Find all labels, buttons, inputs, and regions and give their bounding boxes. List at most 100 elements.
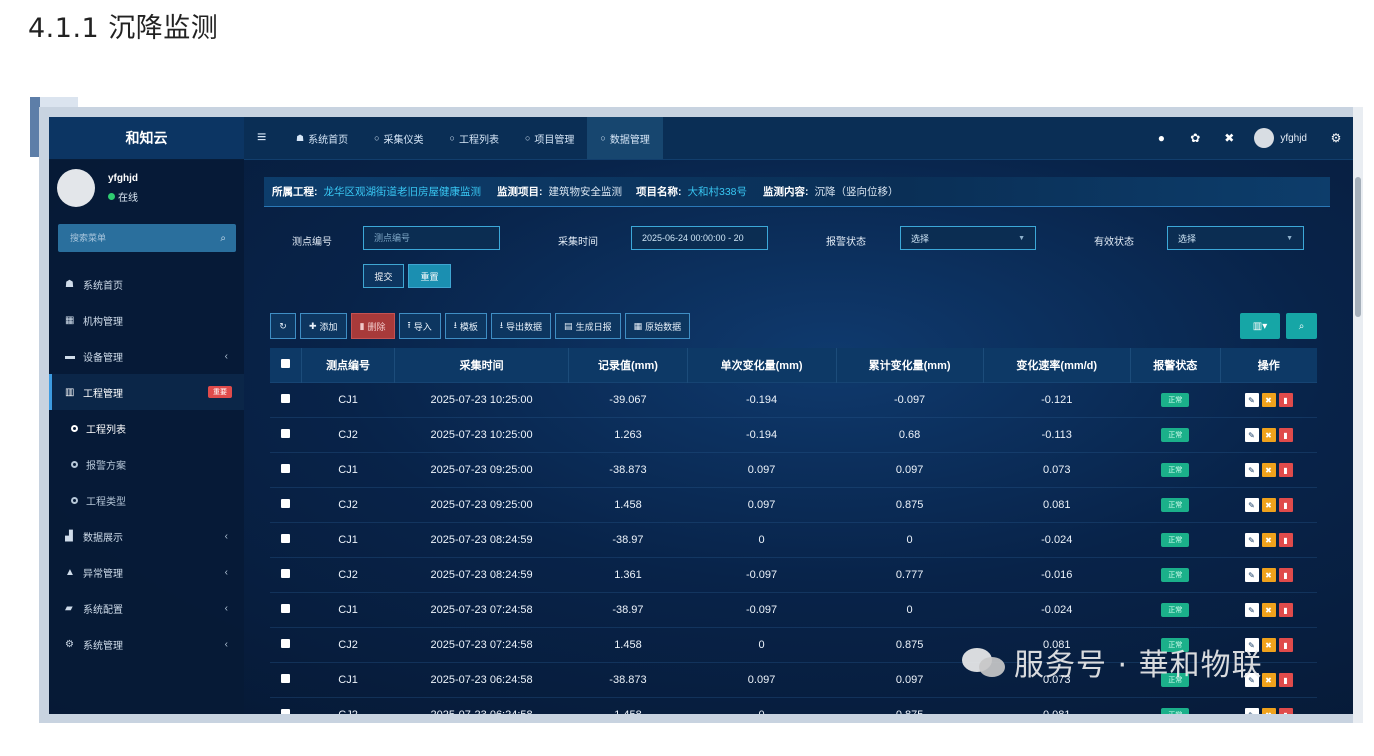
sidebar-item-device[interactable]: ▬ 设备管理 ‹ — [49, 338, 244, 374]
checkbox[interactable] — [281, 464, 291, 473]
refresh-button[interactable]: ↻ — [270, 313, 296, 339]
checkbox[interactable] — [281, 674, 291, 683]
sidebar-sub-project-type[interactable]: 工程类型 — [49, 482, 244, 518]
brand-logo[interactable]: 和知云 — [49, 117, 244, 159]
col-header[interactable]: 采集时间 — [394, 348, 570, 383]
edit-icon[interactable]: ✎ — [1244, 533, 1259, 547]
search-button[interactable]: ⌕ — [1286, 313, 1317, 339]
close-icon[interactable]: ✖ — [1261, 533, 1276, 547]
row-select[interactable] — [270, 662, 302, 698]
checkbox[interactable] — [281, 639, 291, 648]
trash-icon[interactable]: ▮ — [1278, 568, 1293, 582]
export-button[interactable]: ⭳ 导出数据 — [490, 313, 552, 339]
sidebar-item-config[interactable]: ▰ 系统配置 ‹ — [49, 590, 244, 626]
sidebar-item-data[interactable]: ▟ 数据展示 ‹ — [49, 518, 244, 554]
tab-home[interactable]: ☗ 系统首页 — [283, 117, 361, 159]
col-header[interactable]: 测点编号 — [301, 348, 395, 383]
edit-icon[interactable]: ✎ — [1244, 498, 1259, 512]
refresh-icon[interactable]: ✿ — [1178, 131, 1212, 145]
close-icon[interactable]: ✖ — [1261, 638, 1276, 652]
row-select[interactable] — [270, 697, 302, 714]
template-button[interactable]: ⭳ 模板 — [444, 313, 487, 339]
trash-icon[interactable]: ▮ — [1278, 463, 1293, 477]
close-icon[interactable]: ✖ — [1261, 708, 1276, 714]
sidebar-search-input[interactable] — [68, 232, 202, 244]
edit-icon[interactable]: ✎ — [1244, 428, 1259, 442]
alarm-select[interactable]: 选择 ▼ — [900, 226, 1036, 250]
trash-icon[interactable]: ▮ — [1278, 533, 1293, 547]
message-icon[interactable]: ● — [1144, 131, 1178, 145]
col-header[interactable]: 记录值(mm) — [568, 348, 688, 383]
col-header[interactable]: 报警状态 — [1130, 348, 1221, 383]
close-icon[interactable]: ✖ — [1261, 603, 1276, 617]
trash-icon[interactable]: ▮ — [1278, 603, 1293, 617]
trash-icon[interactable]: ▮ — [1278, 638, 1293, 652]
sidebar-sub-alarm-plan[interactable]: 报警方案 — [49, 446, 244, 482]
fullscreen-icon[interactable]: ✖ — [1212, 131, 1246, 145]
row-select[interactable] — [270, 452, 302, 488]
report-button[interactable]: ▤ 生成日报 — [555, 313, 621, 339]
add-button[interactable]: ✚ 添加 — [300, 313, 347, 339]
trash-icon[interactable]: ▮ — [1278, 498, 1293, 512]
col-header[interactable]: 单次变化量(mm) — [687, 348, 837, 383]
raw-data-button[interactable]: ▦ 原始数据 — [624, 313, 691, 339]
import-button[interactable]: ⭱ 导入 — [398, 313, 441, 339]
row-select[interactable] — [270, 522, 302, 558]
sidebar-item-org[interactable]: ▦ 机构管理 — [49, 302, 244, 338]
sidebar-item-home[interactable]: ☗ 系统首页 — [49, 266, 244, 302]
sidebar-sub-project-list[interactable]: 工程列表 — [49, 410, 244, 446]
delete-button[interactable]: ▮ 删除 — [350, 313, 395, 339]
edit-icon[interactable]: ✎ — [1244, 393, 1259, 407]
sidebar-item-alert[interactable]: ▲ 异常管理 ‹ — [49, 554, 244, 590]
tab-data-manage[interactable]: ○ 数据管理 — [587, 117, 663, 159]
row-select[interactable] — [270, 487, 302, 523]
close-icon[interactable]: ✖ — [1261, 498, 1276, 512]
close-icon[interactable]: ✖ — [1261, 463, 1276, 477]
menu-toggle-icon[interactable]: ≡ — [257, 117, 266, 159]
checkbox[interactable] — [281, 534, 291, 543]
col-header[interactable]: 变化速率(mm/d) — [983, 348, 1131, 383]
settings-icon[interactable]: ⚙ — [1319, 131, 1353, 145]
sidebar-item-project[interactable]: ▥ 工程管理 重要 — [49, 374, 244, 410]
tab-project-manage[interactable]: ○ 项目管理 — [512, 117, 587, 159]
select-all-header[interactable] — [270, 348, 303, 383]
trash-icon[interactable]: ▮ — [1278, 673, 1293, 687]
trash-icon[interactable]: ▮ — [1278, 428, 1293, 442]
user-menu[interactable]: yfghjd — [1246, 128, 1319, 148]
columns-toggle-button[interactable]: ▥▾ — [1240, 313, 1280, 339]
reset-button[interactable]: 重置 — [408, 264, 451, 288]
close-icon[interactable]: ✖ — [1261, 568, 1276, 582]
edit-icon[interactable]: ✎ — [1244, 568, 1259, 582]
trash-icon[interactable]: ▮ — [1278, 708, 1293, 714]
tab-collector[interactable]: ○ 采集仪类 — [361, 117, 436, 159]
tab-project-list[interactable]: ○ 工程列表 — [437, 117, 512, 159]
row-select[interactable] — [270, 557, 302, 593]
close-icon[interactable]: ✖ — [1261, 673, 1276, 687]
row-select[interactable] — [270, 382, 302, 418]
checkbox[interactable] — [281, 604, 291, 613]
valid-select[interactable]: 选择 ▼ — [1167, 226, 1304, 250]
checkbox[interactable] — [281, 569, 291, 578]
checkbox[interactable] — [281, 709, 291, 714]
edit-icon[interactable]: ✎ — [1244, 708, 1259, 714]
close-icon[interactable]: ✖ — [1261, 428, 1276, 442]
row-select[interactable] — [270, 592, 302, 628]
scrollbar-thumb[interactable] — [1355, 177, 1361, 317]
point-input[interactable] — [363, 226, 500, 250]
page-scrollbar[interactable] — [1353, 107, 1363, 723]
sidebar-item-system[interactable]: ⚙ 系统管理 ‹ — [49, 626, 244, 662]
time-range-input[interactable]: 2025-06-24 00:00:00 - 20 — [631, 226, 768, 250]
close-icon[interactable]: ✖ — [1261, 393, 1276, 407]
edit-icon[interactable]: ✎ — [1244, 463, 1259, 477]
checkbox[interactable] — [281, 429, 291, 438]
trash-icon[interactable]: ▮ — [1278, 393, 1293, 407]
submit-button[interactable]: 提交 — [363, 264, 404, 288]
checkbox[interactable] — [281, 499, 291, 508]
row-select[interactable] — [270, 627, 302, 663]
col-header[interactable]: 累计变化量(mm) — [836, 348, 984, 383]
row-select[interactable] — [270, 417, 302, 453]
checkbox[interactable] — [281, 359, 291, 368]
search-icon[interactable]: ⌕ — [220, 233, 226, 244]
checkbox[interactable] — [281, 394, 291, 403]
edit-icon[interactable]: ✎ — [1244, 603, 1259, 617]
